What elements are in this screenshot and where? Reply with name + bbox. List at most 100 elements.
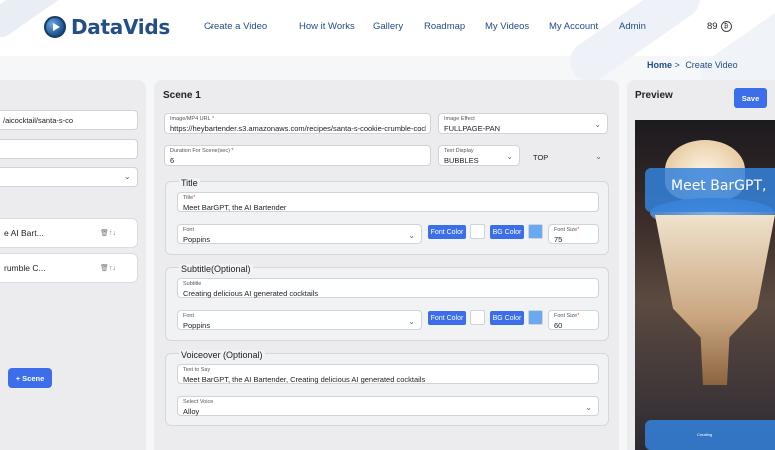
voice-select-value: Alloy <box>183 407 200 416</box>
voice-select-label: Select Voice <box>183 399 214 405</box>
title-caption-text: Meet BarGPT, <box>671 178 767 194</box>
save-button[interactable]: Save <box>734 88 767 108</box>
title-bg-color-swatch[interactable] <box>528 224 543 239</box>
scene-name: rumble C... <box>4 263 46 273</box>
font-size-label: Font Size <box>554 313 578 319</box>
scene-list-panel: /aicocktail/santa-s-co ⌄ e AI Bart... 🗑↑… <box>0 80 146 450</box>
chevron-down-icon: ⌄ <box>408 231 415 240</box>
subtitle-input-value: Creating delicious AI generated cocktail… <box>183 289 319 298</box>
title-font-color-swatch[interactable] <box>470 224 485 239</box>
voiceover-section: Voiceover (Optional) Text to Say Meet Ba… <box>165 350 609 426</box>
preview-panel: Preview Save Meet BarGPT, Creating <box>627 80 775 450</box>
scene-title: Scene 1 <box>163 90 201 101</box>
title-font-color-button[interactable]: Font Color <box>428 225 466 239</box>
arrow-down-icon[interactable]: ↓ <box>112 230 116 237</box>
logo-play-icon <box>44 16 66 38</box>
chevron-down-icon: ⌄ <box>506 152 513 161</box>
title-section: Title Title* Meet BarGPT, the AI Bartend… <box>165 178 609 255</box>
voice-select[interactable]: Select Voice Alloy ⌄ <box>177 396 599 416</box>
text-display-select[interactable]: Text Display BUBBLES ⌄ <box>438 145 520 166</box>
subtitle-caption-text: Creating <box>697 432 713 437</box>
title-input[interactable]: Title* Meet BarGPT, the AI Bartender <box>177 192 599 212</box>
scene-list-item[interactable]: e AI Bart... 🗑↑↓ <box>0 218 138 248</box>
subtitle-font-color-swatch[interactable] <box>470 310 485 325</box>
subtitle-font-color-button[interactable]: Font Color <box>428 311 466 325</box>
scene-name: e AI Bart... <box>4 228 44 238</box>
cocktail-glass-image <box>655 215 775 385</box>
title-bg-color-button[interactable]: BG Color <box>490 225 524 239</box>
duration-label: Duration For Scene(sec) <box>170 148 230 154</box>
subtitle-bg-color-swatch[interactable] <box>528 310 543 325</box>
voiceover-text-label: Text to Say <box>183 367 211 373</box>
chevron-down-icon: ⌄ <box>585 403 592 412</box>
chevron-down-icon: ⌄ <box>124 172 131 181</box>
subtitle-bg-color-button[interactable]: BG Color <box>490 311 524 325</box>
breadcrumb-current: Create Video <box>685 60 738 70</box>
image-url-field[interactable]: Image/MP4 URL * https://heybartender.s3.… <box>164 113 431 134</box>
project-field[interactable] <box>0 139 138 159</box>
preview-video[interactable]: Meet BarGPT, Creating <box>635 120 775 450</box>
required-mark: * <box>577 313 580 319</box>
nav-my-videos[interactable]: My Videos <box>485 21 529 32</box>
add-scene-button[interactable]: + Scene <box>8 368 52 388</box>
nav-roadmap[interactable]: Roadmap <box>424 21 465 32</box>
font-size-value: 75 <box>554 235 563 244</box>
image-url-value: https://heybartender.s3.amazonaws.com/re… <box>170 124 426 133</box>
project-select[interactable]: ⌄ <box>0 167 138 187</box>
credits-badge[interactable]: 89 ₿ <box>707 21 732 32</box>
coin-icon: ₿ <box>720 21 732 32</box>
font-size-label: Font Size <box>554 227 578 233</box>
app-logo[interactable]: DataVids <box>44 15 170 39</box>
title-section-heading: Title <box>179 178 200 188</box>
required-mark: * <box>193 195 196 201</box>
title-font-select[interactable]: Font Poppins ⌄ <box>177 224 422 244</box>
duration-field[interactable]: Duration For Scene(sec) * 6 <box>164 145 431 166</box>
nav-my-account[interactable]: My Account <box>549 21 598 32</box>
scene-actions: 🗑↑↓ <box>100 229 116 237</box>
text-display-value: BUBBLES <box>444 156 479 165</box>
scene-actions: 🗑↑↓ <box>100 264 116 272</box>
chevron-down-icon: ⌄ <box>595 152 602 161</box>
subtitle-font-select[interactable]: Font Poppins ⌄ <box>177 310 422 330</box>
font-value: Poppins <box>183 321 211 330</box>
voiceover-section-heading: Voiceover (Optional) <box>179 350 265 360</box>
breadcrumb: Home > Create Video <box>647 60 738 70</box>
trash-icon[interactable]: 🗑 <box>100 230 109 237</box>
nav-admin[interactable]: Admin <box>619 21 646 32</box>
top-header: DataVids Create a Video ⌄ How it Works Ga… <box>0 0 775 119</box>
subtitle-input-label: Subtitle <box>183 281 202 287</box>
font-value: Poppins <box>183 235 211 244</box>
font-label: Font <box>183 227 195 233</box>
image-url-label: Image/MP4 URL <box>170 116 211 122</box>
title-input-label: Title <box>183 195 194 201</box>
required-mark: * <box>211 116 215 122</box>
chevron-down-icon: ⌄ <box>208 21 215 30</box>
nav-gallery[interactable]: Gallery <box>373 21 403 32</box>
breadcrumb-separator: > <box>674 60 680 70</box>
text-position-select[interactable]: TOP ⌄ <box>527 145 609 166</box>
trash-icon[interactable]: 🗑 <box>100 265 109 272</box>
duration-value: 6 <box>170 156 175 165</box>
background-decoration <box>562 0 708 90</box>
nav-how-it-works[interactable]: How it Works <box>299 21 355 32</box>
subtitle-section-heading: Subtitle(Optional) <box>179 264 253 274</box>
scene-editor: Scene 1 Image/MP4 URL * https://heybarte… <box>154 80 619 450</box>
image-effect-select[interactable]: Image Effect FULLPAGE-PAN ⌄ <box>438 113 608 134</box>
chevron-down-icon: ⌄ <box>594 120 601 129</box>
font-label: Font <box>183 313 195 319</box>
project-url-input[interactable]: /aicocktail/santa-s-co <box>0 110 138 130</box>
voiceover-text-value: Meet BarGPT, the AI Bartender, Creating … <box>183 375 426 384</box>
title-font-size-field[interactable]: Font Size* 75 <box>548 224 599 244</box>
voiceover-text-input[interactable]: Text to Say Meet BarGPT, the AI Bartende… <box>177 364 599 384</box>
title-input-value: Meet BarGPT, the AI Bartender <box>183 203 287 212</box>
required-mark: * <box>577 227 580 233</box>
subtitle-input[interactable]: Subtitle Creating delicious AI generated… <box>177 278 599 298</box>
app-name: DataVids <box>71 15 170 39</box>
arrow-down-icon[interactable]: ↓ <box>112 265 116 272</box>
breadcrumb-home[interactable]: Home <box>647 60 672 70</box>
required-mark: * <box>231 148 234 154</box>
credits-count: 89 <box>707 21 718 32</box>
subtitle-font-size-field[interactable]: Font Size* 60 <box>548 310 599 330</box>
scene-list-item[interactable]: rumble C... 🗑↑↓ <box>0 253 138 283</box>
text-display-label: Text Display <box>444 148 474 154</box>
